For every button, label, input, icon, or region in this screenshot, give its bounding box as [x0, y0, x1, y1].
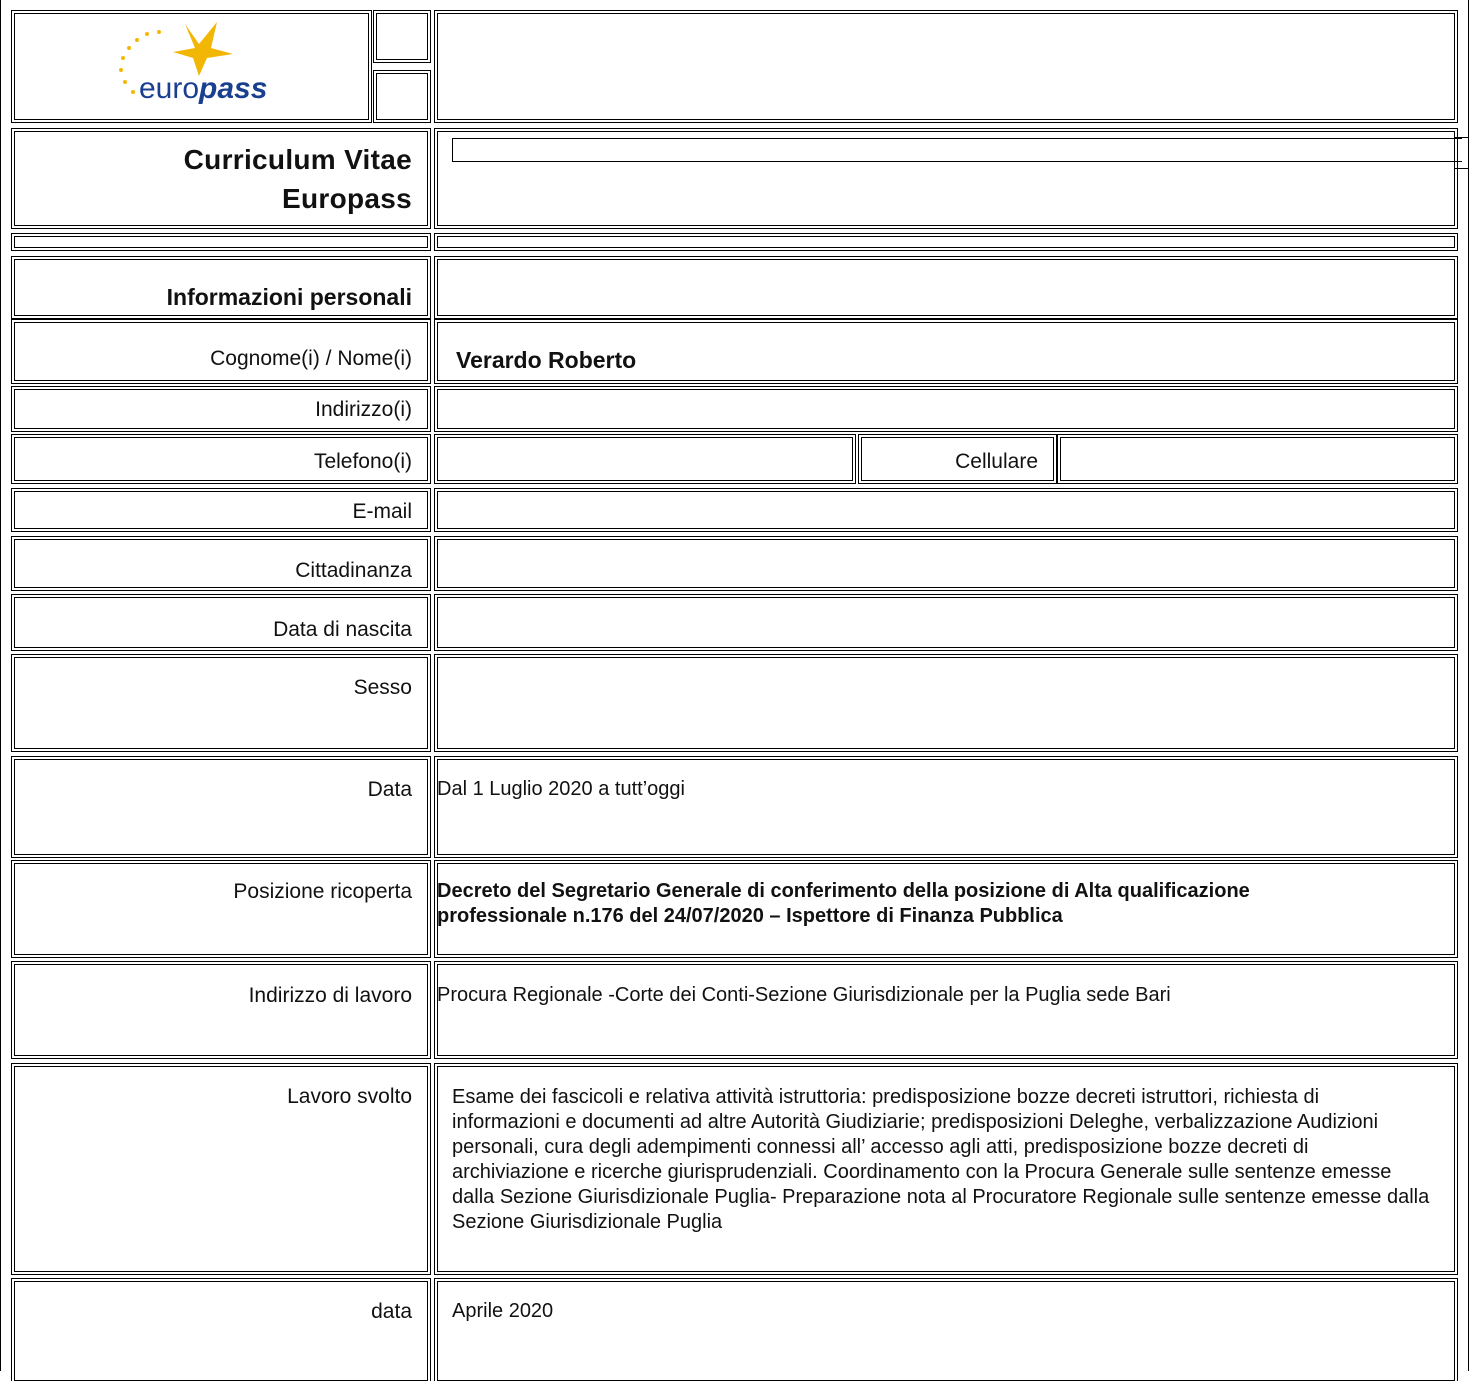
- phone-label: Telefono(i): [313, 450, 412, 473]
- exp1-date-label: Data: [367, 778, 412, 801]
- exp2-date-label-cell: [14, 1281, 428, 1381]
- email-label: E-mail: [352, 500, 412, 523]
- citizenship-label: Cittadinanza: [295, 559, 412, 582]
- exp1-workplace-value: Procura Regionale -Corte dei Conti-Sezio…: [437, 984, 1171, 1006]
- logo-cell: euro pass: [14, 13, 369, 120]
- header-small-box-top: [376, 13, 428, 60]
- citizenship-value-cell: [437, 539, 1455, 588]
- address-value-cell: [437, 389, 1455, 429]
- cv-title-line2: Europass: [282, 183, 412, 214]
- europass-logo: euro pass: [119, 22, 267, 105]
- personal-section-right: [437, 259, 1455, 316]
- email-value-cell: [437, 491, 1455, 529]
- exp1-date-value: Dal 1 Luglio 2020 a tutt’oggi: [437, 778, 685, 800]
- mobile-value-cell: [1060, 437, 1455, 481]
- sex-value-cell: [437, 657, 1455, 749]
- exp1-position-label: Posizione ricoperta: [233, 880, 412, 903]
- exp1-date-label-cell: [14, 759, 428, 855]
- exp1-workplace-label: Indirizzo di lavoro: [248, 984, 412, 1007]
- exp1-position-label-cell: [14, 863, 428, 955]
- exp1-duties-value: Esame dei fascicoli e relativa attività …: [452, 1086, 1430, 1233]
- exp1-date-value-cell: [437, 759, 1455, 855]
- header-right-cell: [437, 13, 1455, 120]
- logo-text-euro: euro: [139, 72, 199, 105]
- name-label: Cognome(i) / Nome(i): [210, 347, 412, 370]
- exp1-workplace-value-cell: [437, 964, 1455, 1056]
- header-small-box-bottom: [376, 73, 428, 120]
- sex-label-cell: [14, 657, 428, 749]
- logo-text-pass: pass: [198, 72, 267, 105]
- birthdate-label: Data di nascita: [273, 618, 412, 641]
- spacer-right: [437, 236, 1455, 248]
- exp2-date-label: data: [371, 1300, 412, 1323]
- marker-line-top: [1455, 137, 1469, 138]
- mobile-label: Cellulare: [955, 450, 1038, 473]
- phone-value-cell: [437, 437, 853, 481]
- address-label: Indirizzo(i): [315, 398, 412, 421]
- exp2-date-value: Aprile 2020: [452, 1300, 554, 1322]
- exp1-position-value: Decreto del Segretario Generale di confe…: [437, 880, 1250, 927]
- personal-section-title: Informazioni personali: [166, 284, 412, 310]
- marker-line-bottom: [1455, 168, 1469, 169]
- name-value: Verardo Roberto: [456, 347, 637, 373]
- exp1-workplace-label-cell: [14, 964, 428, 1056]
- birthdate-value-cell: [437, 597, 1455, 648]
- name-placeholder-box: [452, 138, 1462, 162]
- exp2-date-value-cell: [437, 1281, 1455, 1381]
- figure-icon: [173, 22, 233, 76]
- exp1-duties-label: Lavoro svolto: [287, 1085, 412, 1108]
- cv-title-line1: Curriculum Vitae: [183, 144, 412, 175]
- spacer-left: [14, 236, 428, 248]
- sex-label: Sesso: [353, 676, 412, 699]
